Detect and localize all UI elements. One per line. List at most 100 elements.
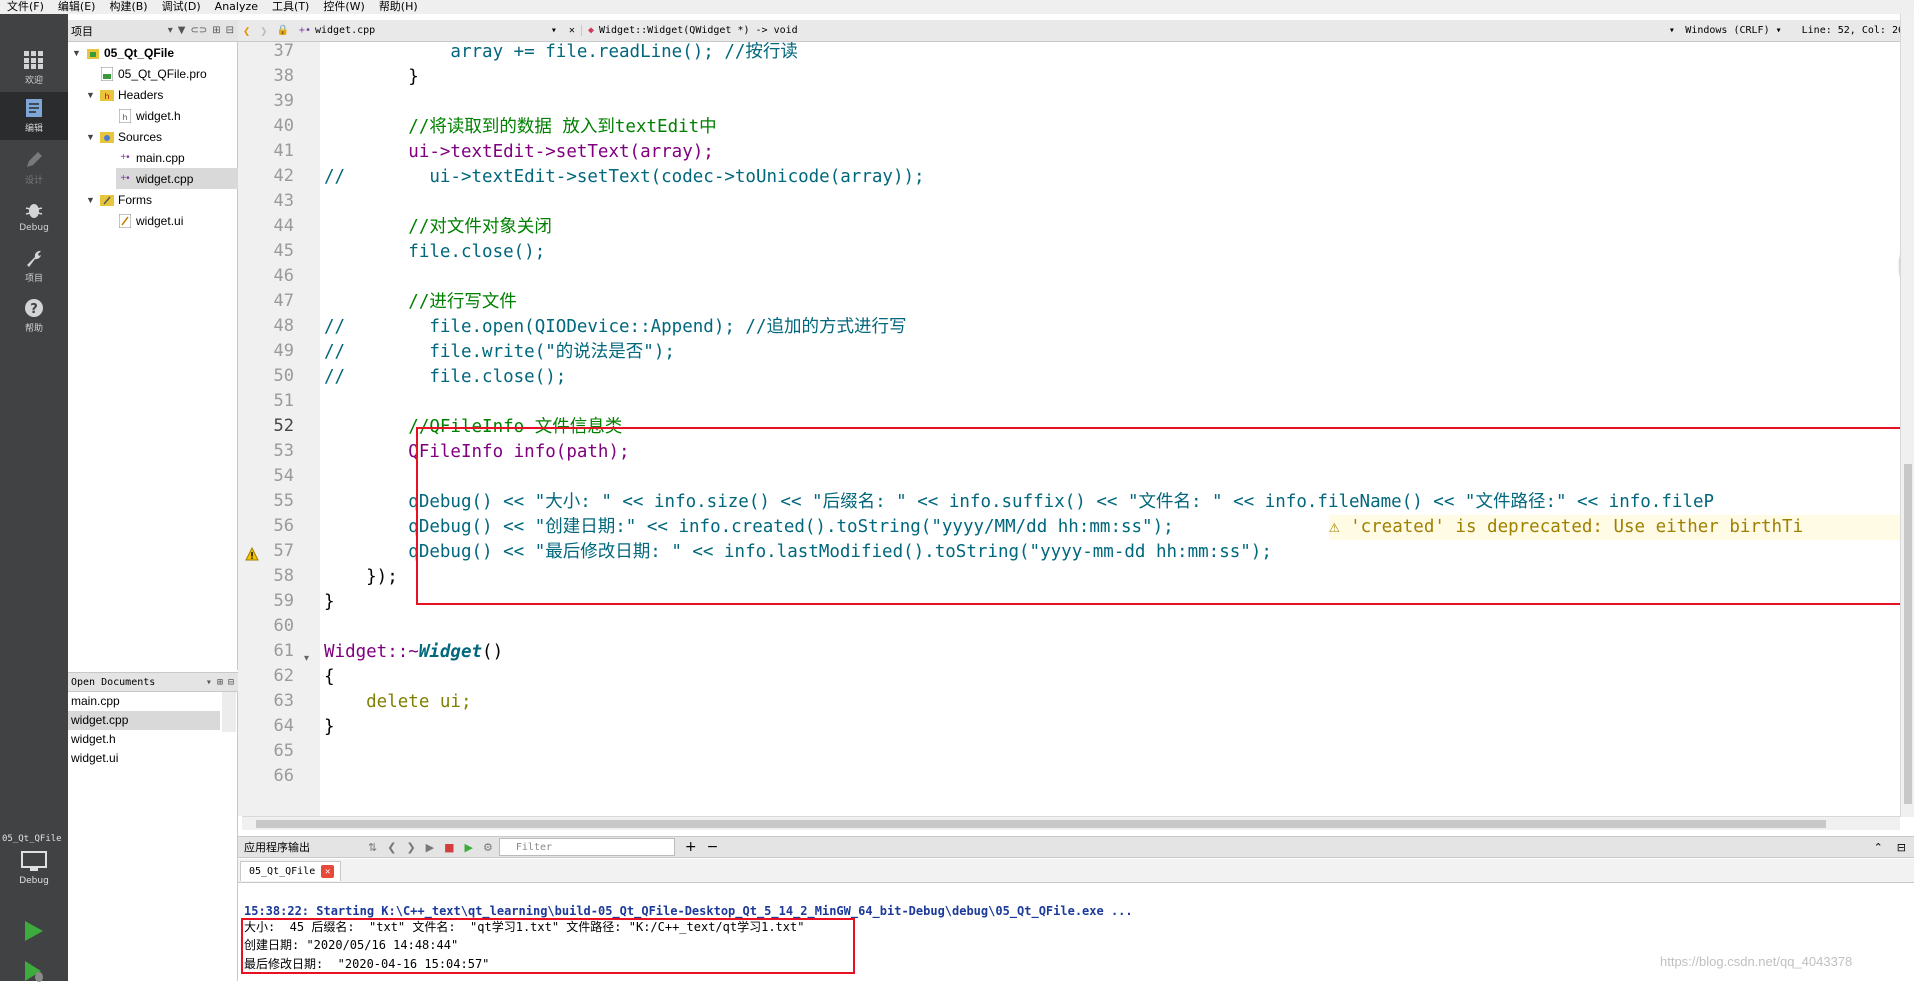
output-line: 15:38:22: Starting K:\C++_text\qt_learni… [244,904,1133,918]
code-token: () [482,642,504,662]
line-number: 53 [273,441,294,461]
file-selector[interactable]: +• widget.cpp ▾ [293,25,563,36]
open-document-item[interactable]: widget.ui [68,749,220,768]
open-documents-title[interactable]: Open Documents [71,677,155,688]
close-icon[interactable]: ✕ [321,865,335,878]
scrollbar[interactable] [222,692,236,732]
maximize-icon[interactable]: ⌃ [1874,841,1897,854]
tree-file-widget-cpp[interactable]: +• widget.cpp [116,168,238,189]
menu-edit[interactable]: 编辑(E) [51,0,103,14]
grid-icon [24,51,43,69]
close-panel-icon[interactable]: ⊟ [226,25,234,36]
chevron-down-icon[interactable]: ▾ [551,25,563,36]
code-line: //将读取到的数据 放入到textEdit中 [324,117,717,137]
mode-help[interactable]: ? 帮助 [0,292,68,340]
scrollbar-thumb[interactable] [1904,464,1912,804]
open-document-item[interactable]: widget.h [68,730,220,749]
close-icon[interactable]: ✕ [563,25,581,36]
mode-projects[interactable]: 项目 [0,242,68,290]
warning-icon[interactable] [245,547,259,561]
svg-text:?: ? [30,302,38,317]
filter-placeholder: Filter [515,841,552,853]
chevron-down-icon[interactable]: ▾ [1669,25,1681,36]
attach-icon[interactable]: ⇅ [368,841,377,854]
chevron-down-icon[interactable]: ▾ [168,25,173,36]
chevron-down-icon[interactable]: ▼ [86,90,100,100]
menu-analyze[interactable]: Analyze [208,0,265,14]
kit-mode-label: Debug [19,876,49,886]
gear-icon[interactable]: ⚙ [483,841,493,854]
horizontal-scrollbar[interactable] [242,816,1900,830]
menu-file[interactable]: 文件(F) [0,0,51,14]
cpp-file-icon: +• [120,152,130,163]
tree-label: widget.h [136,108,181,123]
line-number: 39 [273,91,294,111]
run-icon[interactable] [20,918,46,944]
prev-icon[interactable]: ❮ [387,841,396,854]
tree-file-pro[interactable]: 05_Qt_QFile.pro [100,63,207,84]
menu-tools[interactable]: 工具(T) [265,0,316,14]
kit-selector[interactable]: Debug [14,851,54,899]
code-line: { [324,667,335,687]
chevron-down-icon[interactable]: ▾ [206,677,212,688]
line-number: 38 [273,66,294,86]
tree-folder-sources[interactable]: ▼ Sources [86,126,162,147]
split-icon[interactable]: ⊞ [212,25,220,36]
output-filter-input[interactable]: Filter [498,838,675,856]
tree-folder-forms[interactable]: ▼ Forms [86,189,152,210]
encoding-selector[interactable]: Windows (CRLF) ▾ [1685,25,1781,36]
mode-debug[interactable]: Debug [0,192,68,240]
tree-label: Sources [118,129,163,144]
fold-arrow-icon[interactable]: ▾ [304,653,309,664]
tree-file-main-cpp[interactable]: +• main.cpp [118,147,184,168]
mode-welcome[interactable]: 欢迎 [0,44,68,92]
code-line: // ui->textEdit->setText(codec->toUnicod… [324,167,925,187]
highlight-box-code [416,427,1914,605]
mode-edit[interactable]: 编辑 [0,92,68,140]
close-panel-icon[interactable]: ⊟ [228,677,234,688]
open-document-item[interactable]: widget.cpp [68,711,220,730]
output-tab[interactable]: 05_Qt_QFile ✕ [240,861,342,881]
run-icon[interactable]: ▶ [426,841,434,854]
symbol-selector[interactable]: ◆ Widget::Widget(QWidget *) -> void ▾ [580,25,1681,36]
output-pane-header: 应用程序输出 ⇅ ❮ ❯ ▶ ■ ▶ ⚙ Filter + − ⌃ ⊟ [238,836,1914,858]
folder-h-icon: h [100,88,114,102]
next-icon[interactable]: ❯ [406,841,415,854]
help-icon: ? [25,299,43,317]
forward-arrow-icon[interactable]: ❯ [255,24,272,38]
open-document-item[interactable]: main.cpp [68,692,220,711]
chevron-down-icon[interactable]: ▼ [72,48,86,58]
mode-design[interactable]: 设计 [0,144,68,192]
tree-project-root[interactable]: ▼ 05_Qt_QFile [72,42,174,63]
tree-folder-headers[interactable]: ▼ h Headers [86,84,163,105]
split-icon[interactable]: ⊞ [217,677,223,688]
encoding-label: Windows (CRLF) [1685,25,1770,36]
tree-file-widget-h[interactable]: h widget.h [118,105,181,126]
zoom-in-icon[interactable]: + [685,839,697,855]
projects-panel-title[interactable]: 项目 [71,23,93,39]
menu-debug[interactable]: 调试(D) [155,0,208,14]
project-tree: ▼ 05_Qt_QFile 05_Qt_QFile.pro ▼ h Header… [68,42,238,670]
scrollbar-thumb[interactable] [256,820,1826,828]
tree-label: widget.ui [136,213,184,228]
open-documents-header: Open Documents ▾ ⊞ ⊟ [68,672,238,692]
back-arrow-icon[interactable]: ❮ [238,24,255,38]
line-number: 64 [273,716,294,736]
menu-controls[interactable]: 控件(W) [316,0,371,14]
close-panel-icon[interactable]: ⊟ [1897,841,1914,854]
menu-build[interactable]: 构建(B) [102,0,154,14]
zoom-out-icon[interactable]: − [707,839,719,855]
chevron-down-icon[interactable]: ▼ [86,195,100,205]
chevron-down-icon[interactable]: ▼ [86,132,100,142]
line-number: 48 [273,316,294,336]
line-number: 66 [273,766,294,786]
menu-help[interactable]: 帮助(H) [372,0,425,14]
filter-icon[interactable]: ▼ [178,25,186,36]
vertical-scrollbar[interactable] [1900,14,1914,817]
tree-file-widget-ui[interactable]: widget.ui [118,210,183,231]
link-icon[interactable]: ⊂⊃ [190,25,207,36]
debug-run-icon[interactable]: ▶ [465,841,473,854]
line-number: 63 [273,691,294,711]
stop-icon[interactable]: ■ [444,841,454,854]
debug-run-icon[interactable] [20,958,46,984]
